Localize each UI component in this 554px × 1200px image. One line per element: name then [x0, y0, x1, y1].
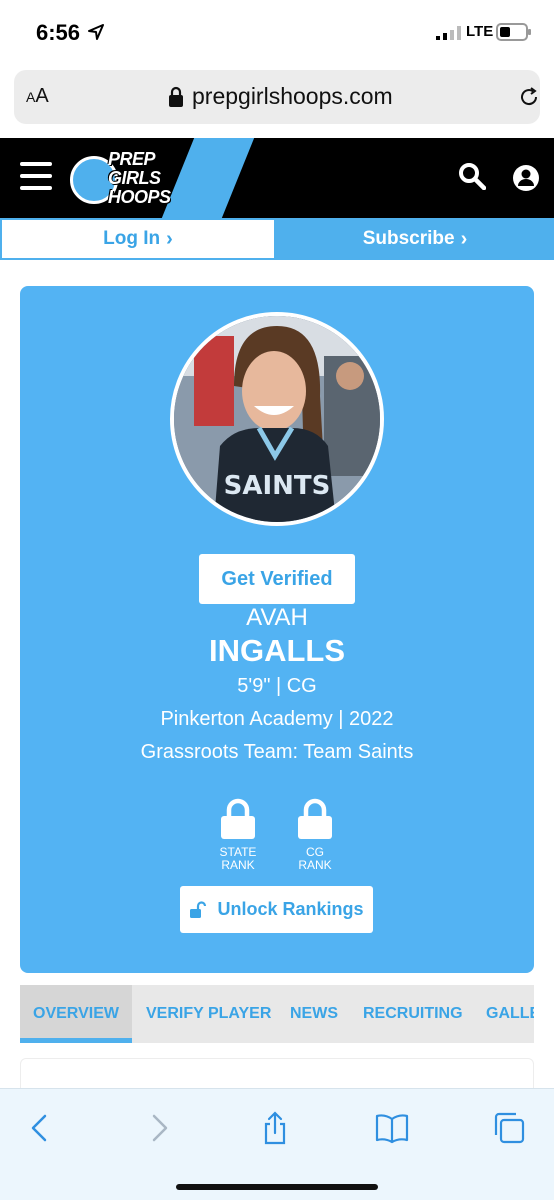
player-height-position: 5'9" | CG	[237, 675, 317, 697]
logo-text: PREP GIRLS HOOPS	[108, 149, 171, 207]
tab-overview[interactable]: OVERVIEW	[20, 985, 132, 1043]
tab-news[interactable]: NEWS	[290, 985, 338, 1043]
search-icon[interactable]	[458, 162, 486, 190]
tabs-overview-icon[interactable]	[492, 1111, 526, 1145]
user-account-icon[interactable]	[512, 164, 540, 192]
subscribe-button[interactable]: Subscribe ›	[276, 218, 554, 260]
login-button[interactable]: Log In ›	[0, 218, 276, 260]
player-first-name: AVAH	[246, 604, 308, 631]
network-type: LTE	[466, 23, 494, 40]
unlock-rankings-button[interactable]: Unlock Rankings	[180, 886, 373, 933]
home-indicator	[176, 1184, 378, 1190]
address-bar[interactable]: AA prepgirlshoops.com	[14, 70, 540, 124]
back-icon[interactable]	[24, 1111, 58, 1145]
forward-icon[interactable]	[142, 1111, 176, 1145]
tab-verify-player[interactable]: VERIFY PLAYER	[146, 985, 271, 1043]
state-rank: STATE RANK	[203, 798, 273, 872]
lock-icon	[169, 86, 183, 107]
tab-recruiting[interactable]: RECRUITING	[363, 985, 463, 1043]
svg-text:SAINTS: SAINTS	[224, 471, 331, 501]
location-arrow-icon	[88, 24, 104, 40]
status-time: 6:56	[36, 20, 81, 45]
player-profile-card: SAINTS Get Verified AVAH INGALLS 5'9" | …	[20, 286, 534, 973]
lock-icon	[221, 798, 255, 839]
bookmarks-icon[interactable]	[375, 1111, 409, 1145]
player-photo: SAINTS	[174, 316, 380, 522]
lock-icon	[298, 798, 332, 839]
battery-icon	[496, 23, 531, 41]
player-avatar: SAINTS	[170, 312, 384, 526]
position-rank: CG RANK	[280, 798, 350, 872]
get-verified-button[interactable]: Get Verified	[199, 554, 355, 604]
tab-gallery[interactable]: GALLE	[486, 985, 534, 1043]
hamburger-menu-icon[interactable]	[20, 162, 52, 190]
cellular-signal-icon	[436, 26, 461, 40]
reader-text-size-button[interactable]: AA	[26, 85, 49, 108]
chevron-right-icon: ›	[166, 227, 173, 250]
player-last-name: INGALLS	[208, 633, 346, 668]
unlock-icon	[190, 900, 207, 918]
status-bar: 6:56 LTE	[0, 0, 554, 64]
prep-girls-hoops-logo[interactable]: PREP GIRLS HOOPS	[70, 148, 188, 210]
auth-bar: Log In › Subscribe ›	[0, 218, 554, 260]
chevron-right-icon: ›	[460, 227, 468, 250]
player-grassroots-team: Grassroots Team: Team Saints	[140, 741, 414, 763]
url-text[interactable]: prepgirlshoops.com	[192, 83, 393, 110]
reload-icon[interactable]	[518, 86, 540, 108]
player-school-class: Pinkerton Academy | 2022	[160, 708, 394, 730]
share-icon[interactable]	[258, 1111, 292, 1145]
profile-tabs: OVERVIEW VERIFY PLAYER NEWS RECRUITING G…	[20, 985, 534, 1043]
